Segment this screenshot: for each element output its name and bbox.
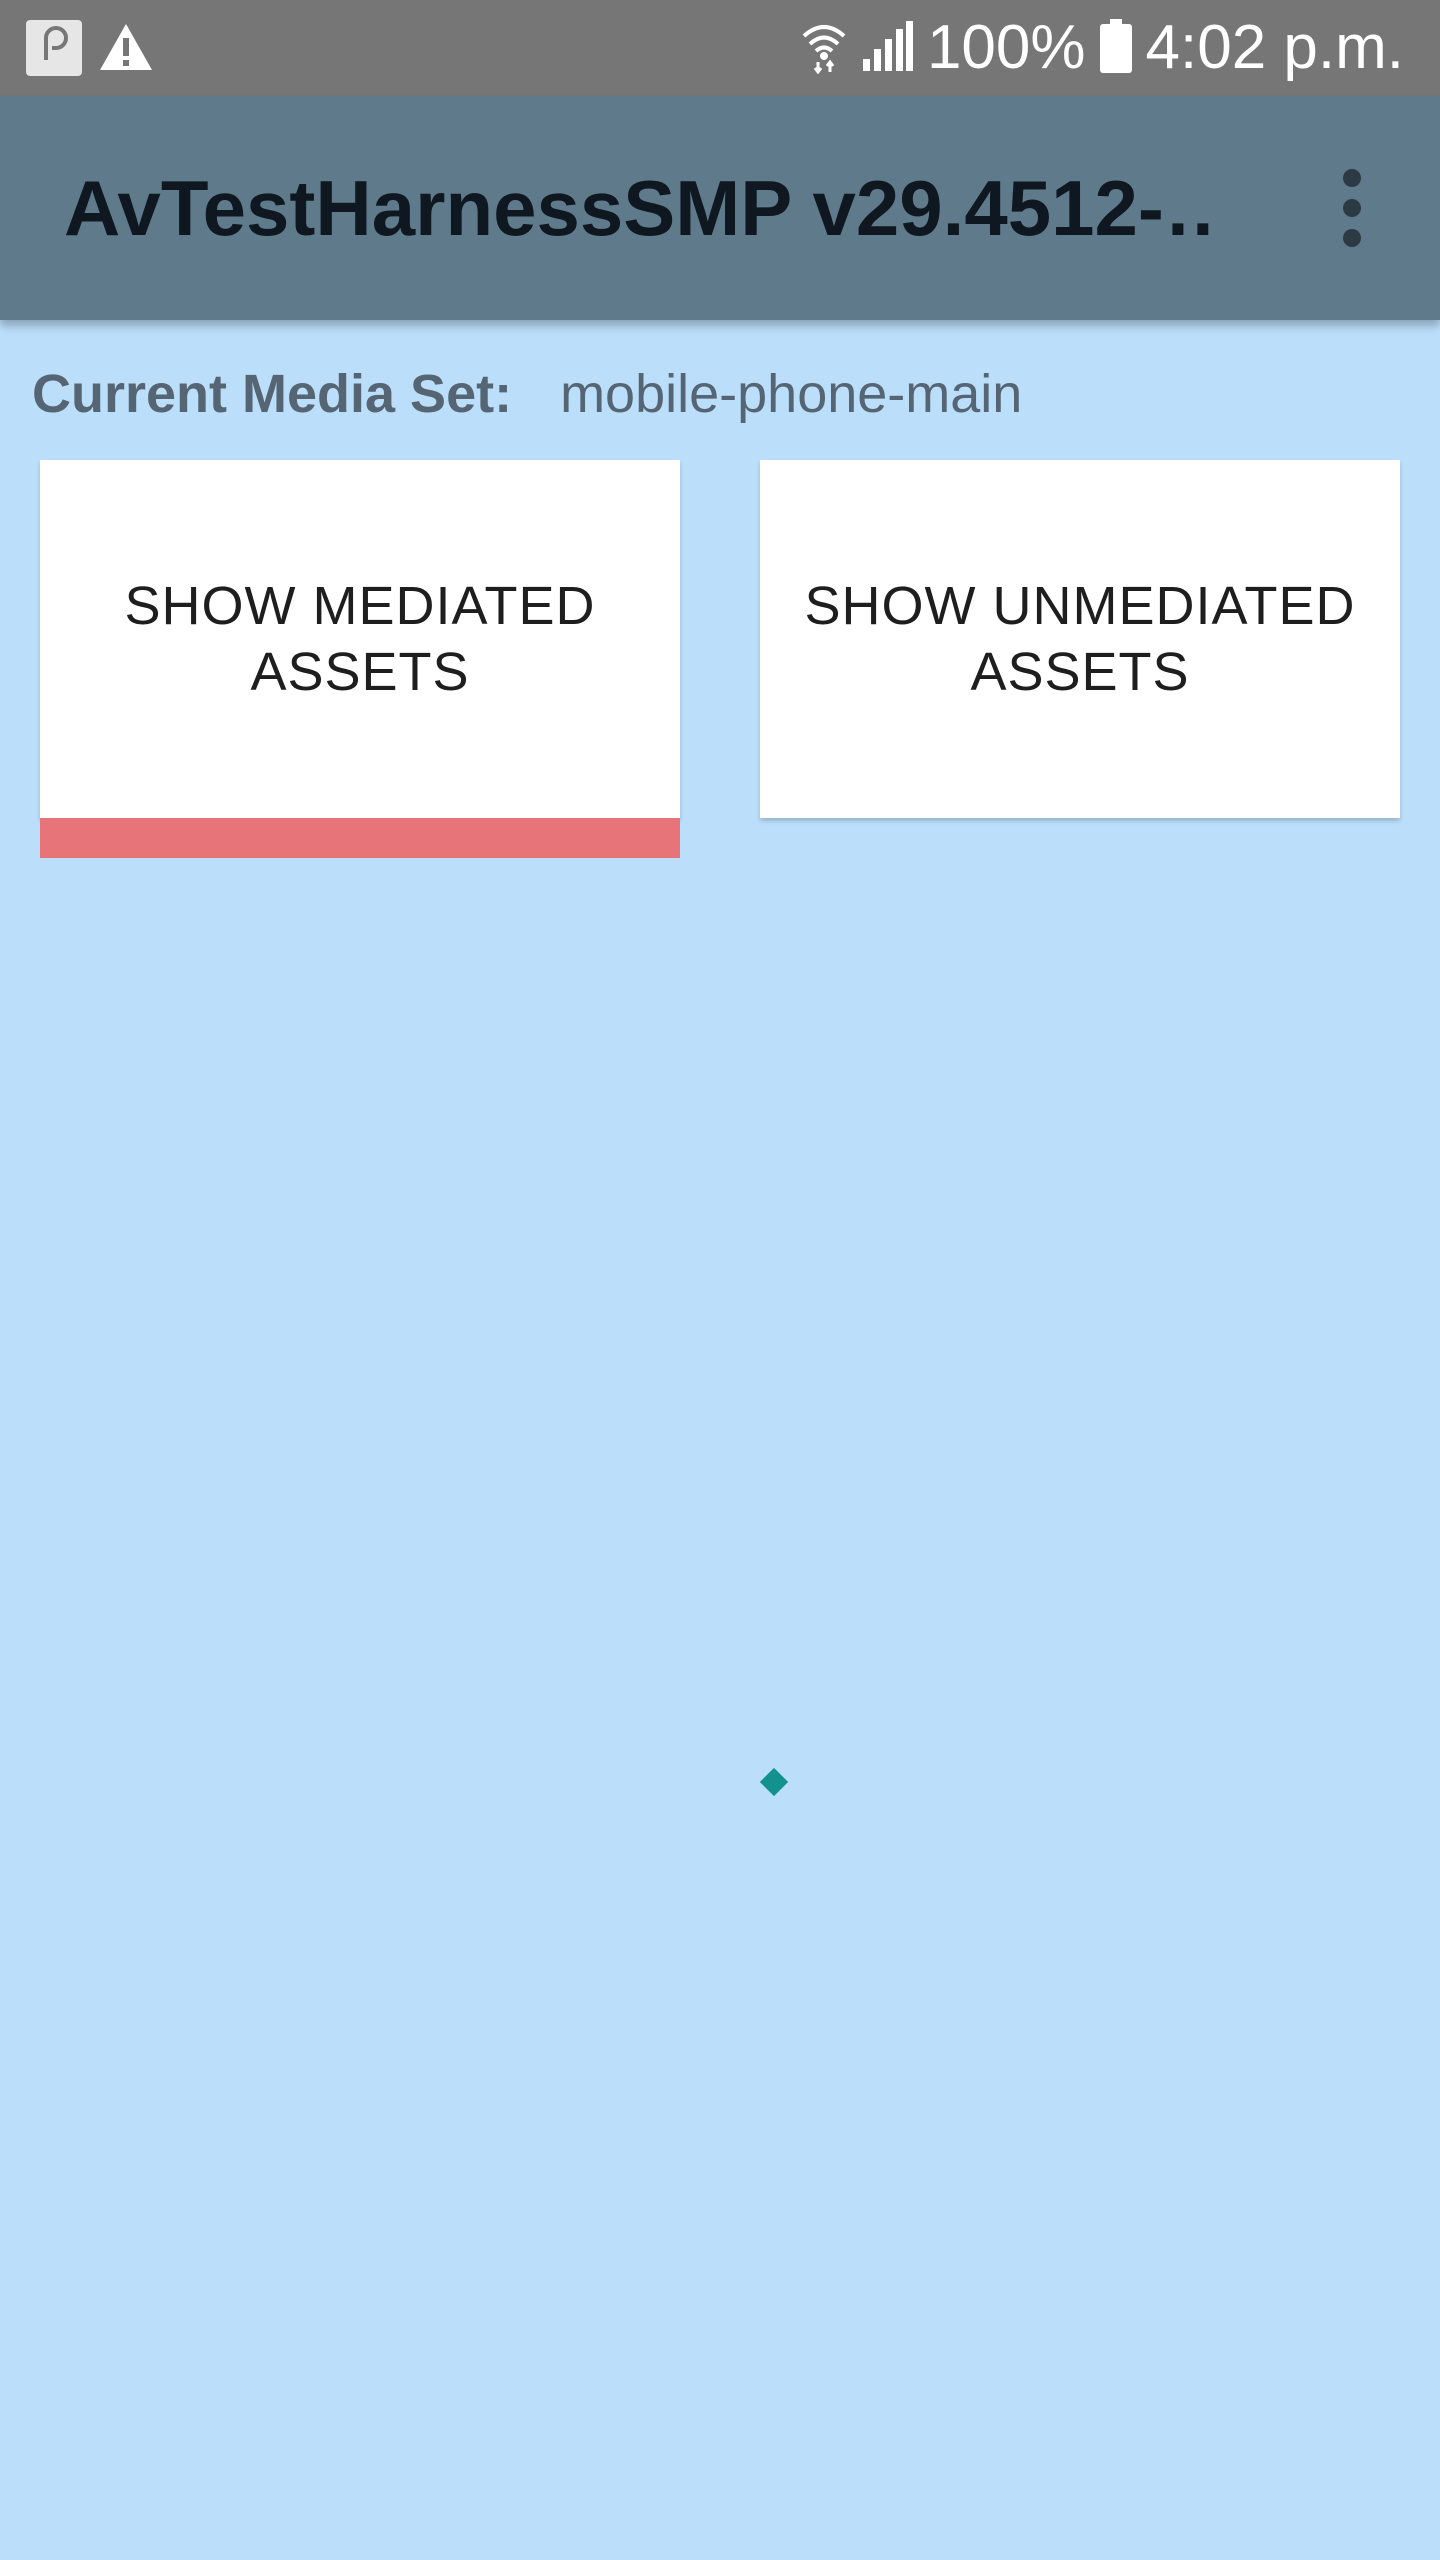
show-unmediated-assets-button[interactable]: SHOW UNMEDIATED ASSETS xyxy=(760,460,1400,818)
loading-indicator xyxy=(759,1767,789,1797)
app-bar: AvTestHarnessSMP v29.4512-… xyxy=(0,96,1440,320)
tab-label: SHOW MEDIATED ASSETS xyxy=(124,576,596,702)
current-media-set: Current Media Set: mobile-phone-main xyxy=(32,352,1022,436)
selected-tab-indicator xyxy=(40,818,680,858)
media-set-label: Current Media Set: xyxy=(32,364,513,424)
signal-icon xyxy=(861,20,913,76)
media-set-value: mobile-phone-main xyxy=(560,364,1023,424)
warning-icon xyxy=(98,20,154,76)
status-bar: 100% 4:02 p.m. xyxy=(0,0,1440,96)
show-mediated-assets-button[interactable]: SHOW MEDIATED ASSETS xyxy=(40,460,680,818)
battery-percentage: 100% xyxy=(926,13,1086,82)
more-vert-icon[interactable] xyxy=(1304,160,1400,256)
status-time: 4:02 p.m. xyxy=(1145,13,1404,82)
wifi-icon xyxy=(801,18,847,79)
p-notification-icon xyxy=(26,20,82,76)
battery-icon xyxy=(1099,18,1132,78)
tab-label: SHOW UNMEDIATED ASSETS xyxy=(804,576,1356,702)
app-title: AvTestHarnessSMP v29.4512-… xyxy=(64,164,1214,252)
